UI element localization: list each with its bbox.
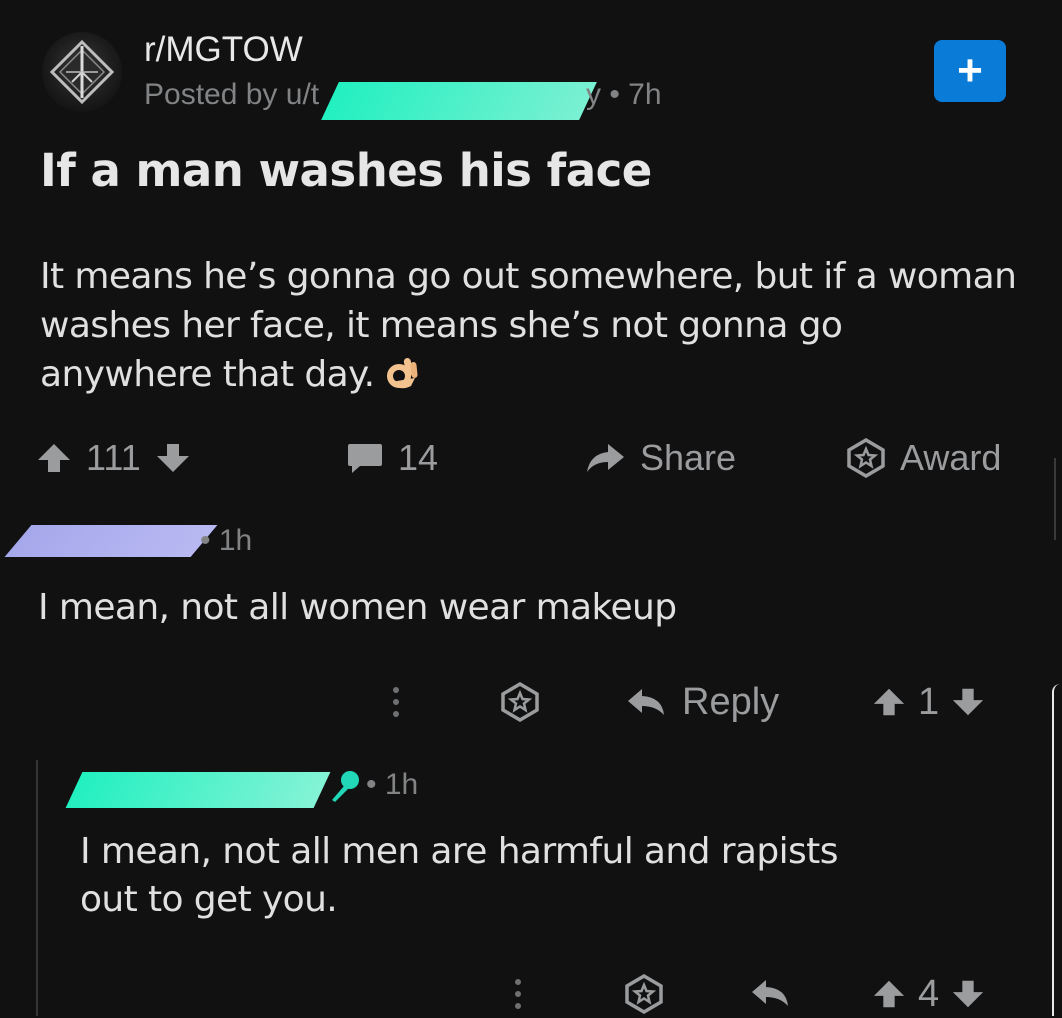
commenter-2-redaction (65, 772, 331, 808)
comment-1-vote-group: 1 (872, 676, 985, 728)
comment-2-text: I mean, not all men are harmful and rapi… (80, 831, 838, 920)
post-vote-count: 111 (86, 437, 141, 478)
comment-1-award-icon[interactable] (500, 682, 540, 722)
subreddit-name[interactable]: r/MGTOW (144, 30, 303, 70)
post-action-bar: 111 14 Share Award (0, 430, 1062, 486)
comment-2-vote-count: 4 (918, 972, 940, 1015)
comment-bubble-icon (346, 440, 384, 476)
post-age: y • 7h (586, 78, 662, 112)
posted-by-label[interactable]: Posted by u/t (144, 78, 319, 112)
username-suffix: y (586, 78, 601, 111)
post-age-text: • 7h (609, 78, 662, 111)
posted-by-prefix: Posted by u/t (144, 78, 320, 111)
comment-2-more-options-icon[interactable] (508, 974, 528, 1014)
mgtow-logo-icon (49, 39, 115, 105)
comment-2-award-icon[interactable] (624, 974, 664, 1014)
join-button[interactable]: + (934, 40, 1006, 102)
comment-1-text: I mean, not all women wear makeup (38, 587, 677, 628)
post-title[interactable]: If a man washes his face (40, 144, 652, 197)
share-arrow-icon (584, 440, 626, 476)
award-star-icon (846, 438, 886, 478)
downvote-icon[interactable] (155, 440, 191, 476)
upvote-icon[interactable] (36, 440, 72, 476)
comment-1-actions: Reply 1 (0, 676, 1062, 728)
comment-1-vote-count: 1 (918, 680, 940, 723)
comment-1-reply-button[interactable]: Reply (626, 676, 779, 728)
microphone-flair-icon (326, 768, 362, 804)
comment-1-upvote-icon[interactable] (872, 685, 906, 719)
comment-2-actions: 4 (0, 966, 1062, 1016)
ok-hand-emoji-icon (385, 354, 421, 394)
comment-2-age: • 1h (366, 768, 419, 801)
comment-count: 14 (398, 437, 439, 478)
reply-label: Reply (682, 680, 780, 723)
comment-2-vote-group: 4 (872, 970, 985, 1018)
comments-button[interactable]: 14 (346, 430, 438, 486)
scrollbar-track-top (1054, 458, 1062, 540)
post-body: It means he’s gonna go out somewhere, bu… (40, 252, 1020, 399)
award-button[interactable]: Award (846, 430, 1001, 486)
comment-1-more-options-icon[interactable] (386, 682, 406, 722)
post-vote-group: 111 (36, 430, 191, 486)
subreddit-avatar[interactable] (42, 32, 122, 112)
comment-1-downvote-icon[interactable] (951, 685, 985, 719)
commenter-1-redaction (4, 525, 218, 557)
share-label: Share (640, 437, 737, 478)
comment-2-downvote-icon[interactable] (951, 977, 985, 1011)
reply-arrow-icon (626, 685, 666, 719)
comment-1-age: • 1h (200, 524, 253, 557)
share-button[interactable]: Share (584, 430, 736, 486)
post-body-text: It means he’s gonna go out somewhere, bu… (40, 256, 1017, 395)
username-redaction (321, 82, 597, 120)
award-label: Award (900, 437, 1002, 478)
comment-2-reply-icon[interactable] (750, 976, 790, 1010)
comment-2-upvote-icon[interactable] (872, 977, 906, 1011)
